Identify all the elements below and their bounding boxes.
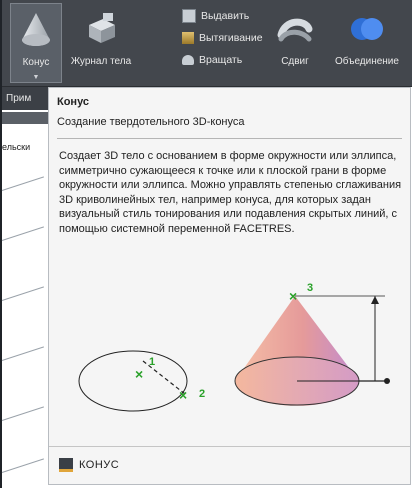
tooltip-subtitle: Создание твердотельного 3D-конуса <box>57 116 245 128</box>
solid-history-label: Журнал тела <box>70 56 132 67</box>
extrude-label: Выдавить <box>201 10 250 22</box>
revolve-icon <box>182 55 194 65</box>
point-marker-1: × <box>135 366 144 382</box>
base-ellipse <box>78 350 188 412</box>
panel-divider <box>2 112 48 124</box>
point-marker-3: × <box>289 288 298 304</box>
tooltip-description: Создает 3D тело с основанием в форме окр… <box>59 150 402 235</box>
union-label: Объединение <box>335 56 399 67</box>
point-marker-2: × <box>179 387 188 403</box>
tooltip-footer: КОНУС <box>59 458 119 472</box>
point-label-1: 1 <box>149 356 156 368</box>
loft-icon <box>182 32 194 44</box>
cone-icon <box>22 13 50 46</box>
extrude-button[interactable]: Выдавить <box>182 6 249 26</box>
extrude-icon <box>182 9 196 23</box>
solid-history-icon <box>89 13 115 43</box>
view-tab-label[interactable]: ельски <box>2 142 48 152</box>
loft-button[interactable]: Вытягивание <box>182 28 263 48</box>
solid-history-button[interactable]: Журнал тела <box>66 3 136 81</box>
command-name: КОНУС <box>79 459 120 471</box>
cone-tooltip: Конус Создание твердотельного 3D-конуса … <box>48 87 411 485</box>
command-line-icon <box>59 458 73 472</box>
loft-label: Вытягивание <box>199 32 263 44</box>
cone-illustration <box>78 295 390 412</box>
tooltip-divider <box>57 138 402 139</box>
sweep-button[interactable]: Сдвиг <box>272 3 318 81</box>
dimension-endpoint <box>384 378 390 384</box>
revolve-label: Вращать <box>199 54 243 66</box>
arrow-up-icon <box>371 296 379 304</box>
sweep-label: Сдвиг <box>281 56 309 67</box>
tooltip-footer-divider <box>49 446 410 447</box>
tooltip-title: Конус <box>57 96 90 108</box>
revolve-button[interactable]: Вращать <box>182 50 242 70</box>
ribbon-panel: Конус ▼ Журнал тела Выдавить Вытягивание… <box>2 0 412 87</box>
sweep-icon <box>277 18 313 42</box>
cone-label: Конус <box>22 57 50 68</box>
cone-button[interactable]: Конус ▼ <box>10 3 62 83</box>
union-button[interactable]: Объединение <box>324 3 410 81</box>
point-label-2: 2 <box>199 388 206 400</box>
panel-title-bar: Прим <box>2 87 48 110</box>
point-label-3: 3 <box>307 282 314 294</box>
chevron-down-icon: ▼ <box>32 74 40 81</box>
union-icon <box>351 18 383 40</box>
